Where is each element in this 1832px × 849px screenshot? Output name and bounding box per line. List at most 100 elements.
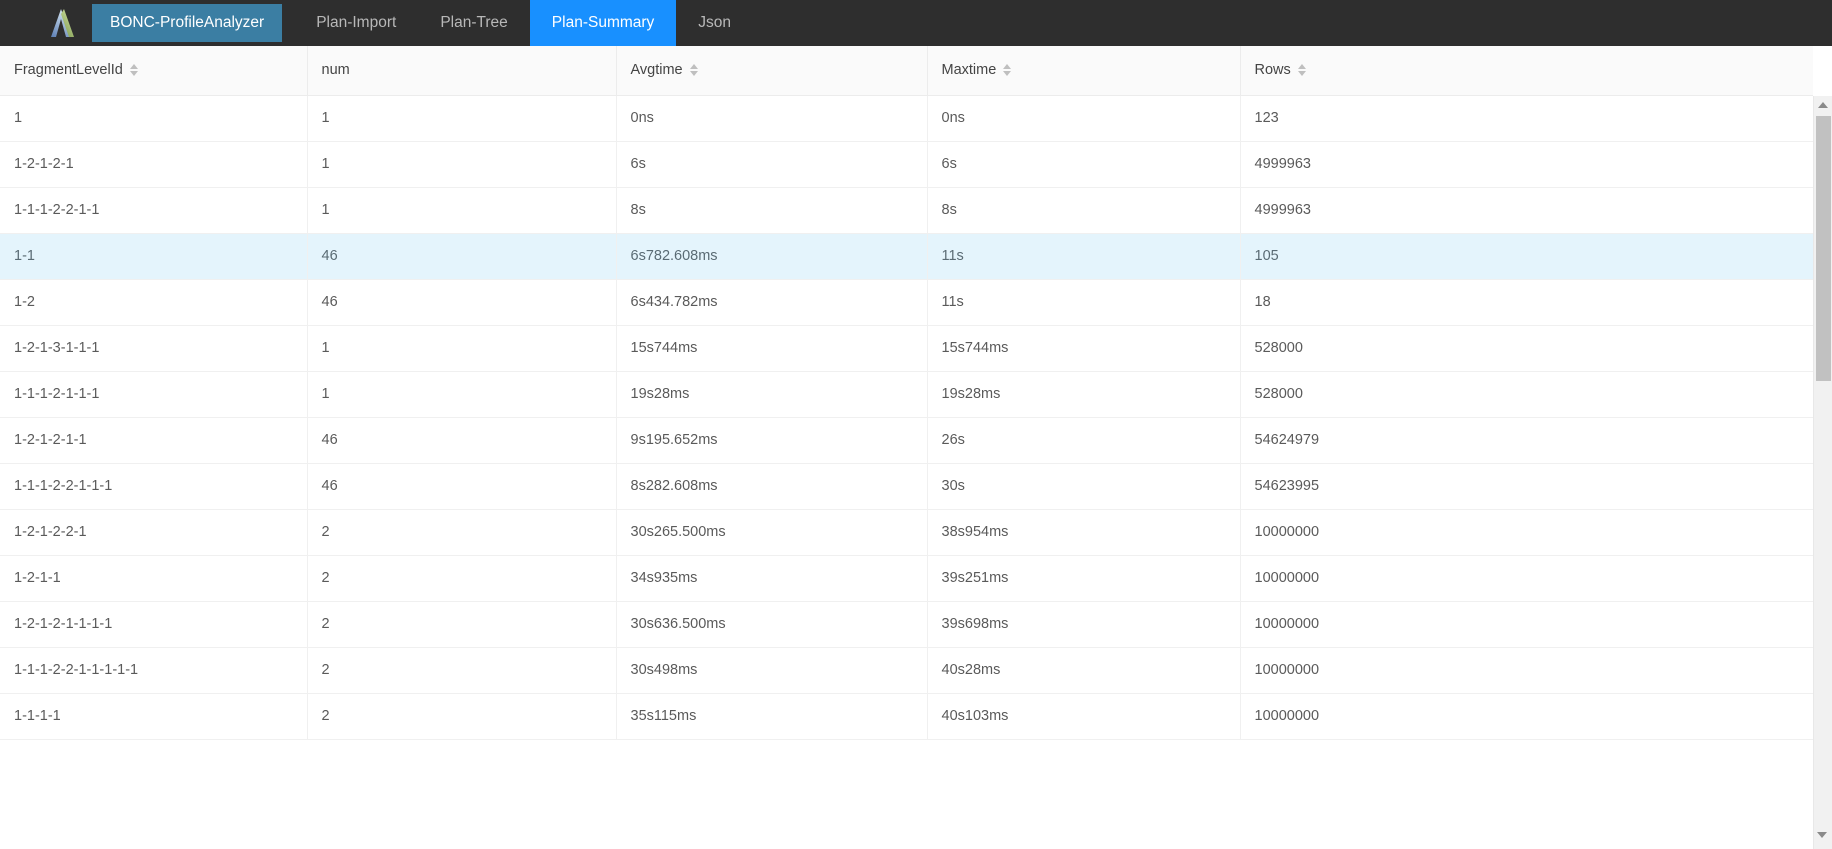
column-header-fragmentlevelid[interactable]: FragmentLevelId: [0, 46, 308, 96]
cell-avgtime: 15s744ms: [616, 325, 928, 372]
cell-maxtime: 39s251ms: [927, 555, 1241, 602]
cell-fragmentLevelId: 1-2-1-2-1-1: [0, 417, 308, 464]
table-header-row: FragmentLevelId num Avgtime Maxtime Rows: [0, 46, 1813, 96]
nav-tab-plan-summary[interactable]: Plan-Summary: [529, 0, 677, 46]
cell-num: 2: [307, 647, 617, 694]
table-row[interactable]: 1 1 0ns 0ns 123: [0, 95, 1813, 142]
nav-tab-plan-tree[interactable]: Plan-Tree: [418, 0, 529, 46]
table-header: FragmentLevelId num Avgtime Maxtime Rows: [0, 46, 1813, 96]
cell-rows: 18: [1240, 279, 1813, 326]
column-header-label: Avgtime: [630, 62, 683, 79]
column-header-label: num: [321, 62, 350, 79]
table-row[interactable]: 1-2-1-2-1-1-1-1 2 30s636.500ms 39s698ms 1000…: [0, 601, 1813, 648]
cell-maxtime: 11s: [927, 233, 1241, 280]
cell-maxtime: 0ns: [927, 95, 1241, 142]
scroll-up-button[interactable]: [1814, 96, 1832, 113]
cell-num: 2: [307, 555, 617, 602]
cell-avgtime: 6s434.782ms: [616, 279, 928, 326]
scrollbar-thumb[interactable]: [1816, 116, 1831, 381]
cell-avgtime: 0ns: [616, 95, 928, 142]
cell-avgtime: 6s: [616, 141, 928, 188]
column-header-num[interactable]: num: [307, 46, 617, 96]
cell-num: 2: [307, 601, 617, 648]
column-header-avgtime[interactable]: Avgtime: [616, 46, 928, 96]
cell-avgtime: 30s636.500ms: [616, 601, 928, 648]
cell-rows: 10000000: [1240, 693, 1813, 740]
cell-avgtime: 30s498ms: [616, 647, 928, 694]
table-row[interactable]: 1-2-1-2-1-1 46 9s195.652ms 26s 54624979: [0, 417, 1813, 464]
cell-avgtime: 8s: [616, 187, 928, 234]
cell-num: 2: [307, 693, 617, 740]
cell-avgtime: 19s28ms: [616, 371, 928, 418]
sort-toggle-icon[interactable]: [129, 64, 138, 77]
cell-rows: 10000000: [1240, 509, 1813, 556]
cell-maxtime: 11s: [927, 279, 1241, 326]
cell-rows: 10000000: [1240, 601, 1813, 648]
column-header-label: Maxtime: [941, 62, 997, 79]
cell-fragmentLevelId: 1-1-1-2-2-1-1-1: [0, 463, 308, 510]
cell-maxtime: 40s103ms: [927, 693, 1241, 740]
plan-summary-table-container: FragmentLevelId num Avgtime Maxtime Rows…: [0, 46, 1832, 849]
table-row[interactable]: 1-2-1-3-1-1-1 1 15s744ms 15s744ms 528000: [0, 325, 1813, 372]
nav-tab-plan-import[interactable]: Plan-Import: [294, 0, 418, 46]
column-header-maxtime[interactable]: Maxtime: [927, 46, 1241, 96]
cell-fragmentLevelId: 1-1-1-1: [0, 693, 308, 740]
cell-rows: 4999963: [1240, 187, 1813, 234]
table-row[interactable]: 1-2 46 6s434.782ms 11s 18: [0, 279, 1813, 326]
cell-maxtime: 26s: [927, 417, 1241, 464]
cell-fragmentLevelId: 1-2: [0, 279, 308, 326]
cell-fragmentLevelId: 1-2-1-1: [0, 555, 308, 602]
plan-summary-table: FragmentLevelId num Avgtime Maxtime Rows…: [0, 46, 1813, 740]
cell-fragmentLevelId: 1-1: [0, 233, 308, 280]
cell-avgtime: 8s282.608ms: [616, 463, 928, 510]
table-vertical-scrollbar[interactable]: [1813, 96, 1832, 849]
sort-toggle-icon[interactable]: [1003, 64, 1012, 77]
bonc-arrow-logo-icon: [38, 0, 84, 46]
cell-maxtime: 40s28ms: [927, 647, 1241, 694]
cell-rows: 528000: [1240, 371, 1813, 418]
cell-avgtime: 9s195.652ms: [616, 417, 928, 464]
table-body: 1 1 0ns 0ns 123 1-2-1-2-1 1 6s 6s 4999963 1-1-1-2-…: [0, 95, 1813, 740]
table-row[interactable]: 1-1-1-2-2-1-1-1-1-1 2 30s498ms 40s28ms 10000…: [0, 647, 1813, 694]
cell-fragmentLevelId: 1: [0, 95, 308, 142]
cell-num: 2: [307, 509, 617, 556]
table-row[interactable]: 1-1-1-2-1-1-1 1 19s28ms 19s28ms 528000: [0, 371, 1813, 418]
cell-num: 46: [307, 463, 617, 510]
caret-up-icon: [1818, 101, 1828, 108]
sort-toggle-icon[interactable]: [1297, 64, 1306, 77]
table-row[interactable]: 1-2-1-1 2 34s935ms 39s251ms 10000000: [0, 555, 1813, 602]
cell-avgtime: 30s265.500ms: [616, 509, 928, 556]
brand-button[interactable]: BONC-ProfileAnalyzer: [92, 4, 283, 42]
table-row[interactable]: 1-1-1-2-2-1-1-1 46 8s282.608ms 30s 54623995: [0, 463, 1813, 510]
cell-maxtime: 38s954ms: [927, 509, 1241, 556]
column-header-rows[interactable]: Rows: [1240, 46, 1813, 96]
column-header-label: Rows: [1254, 62, 1291, 79]
nav-tab-list: Plan-Import Plan-Tree Plan-Summary Json: [294, 0, 753, 46]
cell-num: 46: [307, 233, 617, 280]
cell-maxtime: 6s: [927, 141, 1241, 188]
column-header-label: FragmentLevelId: [14, 62, 123, 79]
cell-rows: 10000000: [1240, 647, 1813, 694]
cell-rows: 54624979: [1240, 417, 1813, 464]
cell-avgtime: 34s935ms: [616, 555, 928, 602]
page-scroll-down-button[interactable]: [1816, 829, 1828, 841]
cell-num: 46: [307, 279, 617, 326]
cell-maxtime: 8s: [927, 187, 1241, 234]
cell-num: 1: [307, 141, 617, 188]
cell-rows: 4999963: [1240, 141, 1813, 188]
table-row[interactable]: 1-1 46 6s782.608ms 11s 105: [0, 233, 1813, 280]
cell-fragmentLevelId: 1-2-1-2-1: [0, 141, 308, 188]
table-row[interactable]: 1-1-1-2-2-1-1 1 8s 8s 4999963: [0, 187, 1813, 234]
top-navbar: BONC-ProfileAnalyzer Plan-Import Plan-Tr…: [0, 0, 1832, 46]
table-row[interactable]: 1-1-1-1 2 35s115ms 40s103ms 10000000: [0, 693, 1813, 740]
table-row[interactable]: 1-2-1-2-1 1 6s 6s 4999963: [0, 141, 1813, 188]
cell-rows: 54623995: [1240, 463, 1813, 510]
sort-toggle-icon[interactable]: [689, 64, 698, 77]
cell-num: 1: [307, 325, 617, 372]
cell-fragmentLevelId: 1-2-1-2-2-1: [0, 509, 308, 556]
nav-tab-json[interactable]: Json: [676, 0, 753, 46]
table-row[interactable]: 1-2-1-2-2-1 2 30s265.500ms 38s954ms 10000000: [0, 509, 1813, 556]
cell-maxtime: 39s698ms: [927, 601, 1241, 648]
cell-rows: 123: [1240, 95, 1813, 142]
cell-fragmentLevelId: 1-2-1-2-1-1-1-1: [0, 601, 308, 648]
